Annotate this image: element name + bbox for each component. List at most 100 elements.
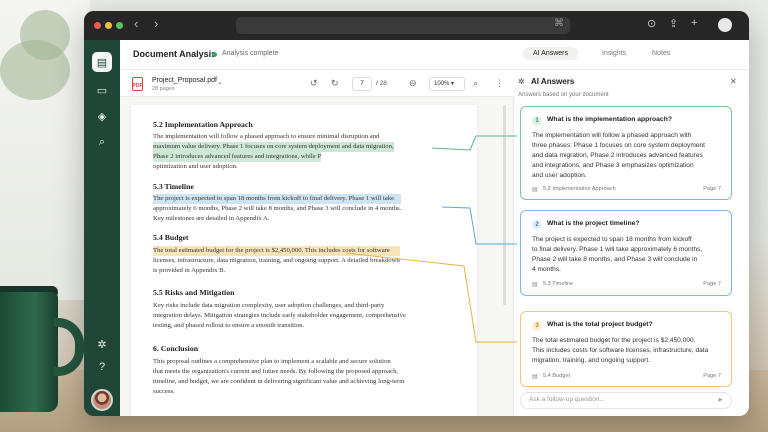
panel-title: AI Answers: [531, 77, 575, 86]
answer-page: Page 7: [703, 281, 721, 287]
help-icon[interactable]: ?: [92, 357, 112, 377]
section-heading: 6. Conclusion: [153, 344, 199, 353]
user-avatar[interactable]: [91, 389, 113, 411]
layers-icon[interactable]: ◈: [92, 106, 112, 126]
text-line: integration delays. Mitigation strategie…: [153, 312, 406, 319]
follow-up-input-box[interactable]: ➤: [520, 392, 732, 409]
answer-source[interactable]: 5.2 Implementation Approach: [543, 186, 616, 192]
document-scrollbar[interactable]: [503, 105, 506, 305]
status-dot: [212, 52, 217, 57]
document-toolbar: PDF Project_Proposal.pdf 28 pages ⌄ ↺ ↻ …: [120, 71, 514, 97]
section-heading: 5.5 Risks and Mitigation: [153, 288, 235, 297]
rotate-right-icon[interactable]: ↻: [331, 78, 339, 89]
answer-text: The total estimated budget for the proje…: [532, 336, 708, 366]
answer-text: The project is expected to span 18 month…: [532, 235, 702, 275]
text-line: that meets the organization's current an…: [153, 368, 399, 375]
answer-question: What is the project timeline?: [547, 220, 640, 227]
close-icon[interactable]: ✕: [730, 77, 737, 86]
status-text: Analysis complete: [222, 50, 279, 57]
address-bar[interactable]: ⌘: [236, 17, 570, 34]
answer-text: The implementation will follow a phased …: [532, 131, 705, 181]
answer-line: three phases: Phase 1 focuses on core sy…: [532, 142, 705, 149]
section-body: This proposal outlines a comprehensive p…: [153, 357, 404, 397]
settings-icon[interactable]: ✲: [92, 334, 112, 354]
answer-line: The implementation will follow a phased …: [532, 132, 692, 139]
panel-subtitle: Answers based on your document: [518, 92, 609, 98]
document-icon: ▤: [532, 282, 538, 288]
back-arrow-icon[interactable]: ‹: [134, 16, 138, 31]
answer-number: 3: [532, 321, 542, 331]
section-heading: 5.4 Budget: [153, 233, 189, 242]
highlighted-line[interactable]: The total estimated budget for the proje…: [153, 246, 400, 256]
minimize-window-button[interactable]: [105, 22, 112, 29]
plus-icon[interactable]: +: [691, 17, 697, 29]
search-icon[interactable]: ⌕: [92, 132, 112, 152]
section-heading: 5.3 Timeline: [153, 182, 194, 191]
highlighted-line[interactable]: maximum value delivery. Phase 1 focuses …: [153, 142, 394, 152]
document-icon[interactable]: ▤: [92, 52, 112, 72]
text-line: Key milestones are detailed in Appendix …: [153, 215, 270, 222]
answer-source[interactable]: 5.3 Timeline: [543, 281, 573, 287]
tab-ai-answers[interactable]: AI Answers: [523, 47, 579, 60]
highlighted-line[interactable]: Phase 2 introduces advanced features and…: [153, 152, 321, 162]
page-total: / 28: [376, 80, 387, 87]
answer-line: The total estimated budget for the proje…: [532, 337, 696, 344]
answer-question: What is the implementation approach?: [547, 116, 672, 123]
answer-line: migration, training, and ongoing support…: [532, 357, 651, 364]
highlighted-line[interactable]: The project is expected to span 18 month…: [153, 194, 402, 204]
reader-icon[interactable]: ⌘: [554, 18, 564, 29]
send-icon[interactable]: ➤: [717, 396, 723, 404]
answer-card[interactable]: 3 What is the total project budget? The …: [520, 311, 732, 387]
app-main: Document Analysis Analysis complete AI A…: [120, 40, 749, 416]
answer-line: The project is expected to span 18 month…: [532, 236, 692, 243]
text-line: Key risks include data migration complex…: [153, 302, 385, 309]
browser-titlebar: ‹ › ⌘ ⊙ ⇪ +: [84, 11, 749, 40]
section-body: The total estimated budget for the proje…: [153, 246, 400, 276]
share-icon[interactable]: ⇪: [669, 17, 678, 30]
text-line: licenses, infrastructure, data migration…: [153, 257, 400, 264]
search-icon[interactable]: ⌕: [473, 78, 478, 89]
mug-handle: [54, 318, 84, 376]
document-icon: ▤: [532, 187, 538, 193]
browser-window: ‹ › ⌘ ⊙ ⇪ + ▤ ▭ ◈ ⌕ ✲ ? Document Analysi…: [84, 11, 749, 416]
answer-line: This includes costs for software license…: [532, 347, 709, 354]
chevron-down-icon[interactable]: ⌄: [217, 78, 223, 86]
maximize-window-button[interactable]: [116, 22, 123, 29]
section-body: The project is expected to span 18 month…: [153, 194, 402, 224]
answer-card[interactable]: 1 What is the implementation approach? T…: [520, 106, 732, 200]
zoom-value: 100%: [434, 81, 450, 87]
pdf-file-icon: PDF: [132, 77, 143, 91]
more-options-icon[interactable]: ⋮: [495, 78, 504, 89]
answer-source[interactable]: 5.4 Budget: [543, 373, 570, 379]
zoom-select[interactable]: 100% ▾: [429, 77, 465, 91]
answer-line: and integrations, and Phase 3 emphasizes…: [532, 162, 694, 169]
close-window-button[interactable]: [94, 22, 101, 29]
answer-card[interactable]: 2 What is the project timeline? The proj…: [520, 210, 732, 296]
answer-question: What is the total project budget?: [547, 321, 653, 328]
page-number-input[interactable]: 7: [352, 77, 372, 91]
forward-arrow-icon[interactable]: ›: [154, 16, 158, 31]
text-line: success.: [153, 388, 175, 395]
section-body: The implementation will follow a phased …: [153, 132, 394, 172]
answer-line: and data migration, Phase 2 introduces a…: [532, 152, 703, 159]
tab-insights[interactable]: Insights: [602, 50, 626, 57]
coffee-mug: [0, 292, 58, 412]
browser-profile-avatar[interactable]: [718, 18, 732, 32]
follow-up-input[interactable]: [529, 396, 709, 403]
text-line: The implementation will follow a phased …: [153, 133, 380, 140]
zoom-out-icon[interactable]: ⊖: [409, 78, 417, 89]
sidebar-rail: ▤ ▭ ◈ ⌕ ✲ ?: [84, 40, 120, 416]
sparkle-icon: ✲: [518, 77, 525, 86]
file-name[interactable]: Project_Proposal.pdf: [152, 77, 217, 84]
answer-line: Phase 2 will take 8 months, and Phase 3 …: [532, 256, 698, 263]
text-line: This proposal outlines a comprehensive p…: [153, 358, 391, 365]
tab-notes[interactable]: Notes: [652, 50, 670, 57]
chat-icon[interactable]: ▭: [92, 80, 112, 100]
rotate-left-icon[interactable]: ↺: [310, 78, 318, 89]
section-heading: 5.2 Implementation Approach: [153, 120, 253, 129]
text-line: approximately 6 months, Phase 2 will tak…: [153, 205, 402, 212]
download-icon[interactable]: ⊙: [647, 17, 656, 30]
answer-number: 1: [532, 116, 542, 126]
app-header: Document Analysis Analysis complete AI A…: [120, 40, 749, 70]
answer-line: 4 months.: [532, 266, 561, 273]
